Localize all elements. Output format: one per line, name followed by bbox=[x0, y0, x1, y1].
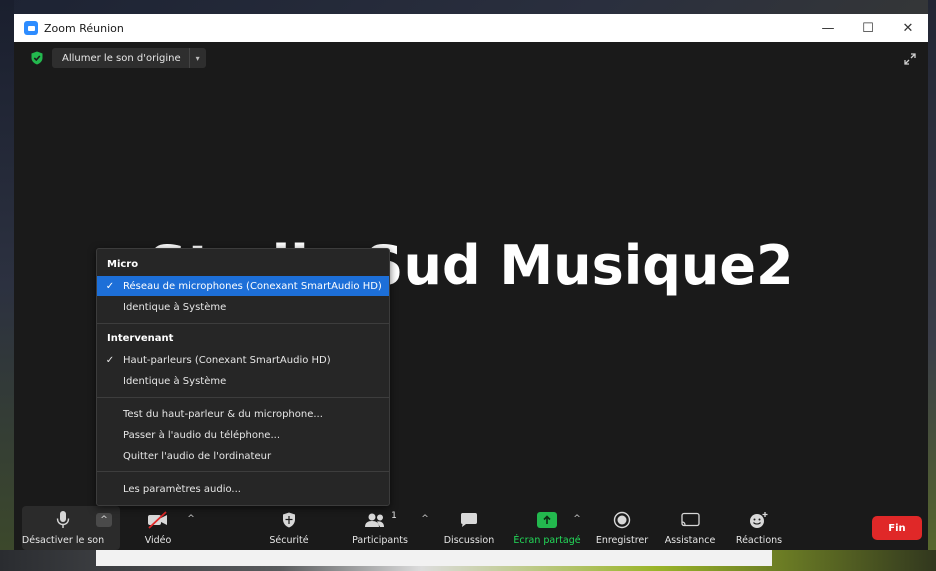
zoom-app-icon bbox=[24, 21, 38, 35]
assistance-button[interactable]: Assistance bbox=[662, 506, 718, 550]
participants-count: 1 bbox=[391, 511, 397, 521]
record-button[interactable]: Enregistrer bbox=[594, 506, 650, 550]
participants-options-caret[interactable]: ^ bbox=[420, 514, 430, 524]
menu-item-label: Réseau de microphones (Conexant SmartAud… bbox=[123, 280, 382, 292]
original-sound-label[interactable]: Allumer le son d'origine bbox=[52, 53, 189, 64]
share-screen-label: Écran partagé bbox=[513, 535, 581, 546]
share-options-caret[interactable]: ^ bbox=[572, 514, 582, 524]
participants-button[interactable]: 1 Participants bbox=[350, 506, 410, 550]
menu-item-label: Quitter l'audio de l'ordinateur bbox=[123, 450, 272, 462]
minimize-button[interactable]: — bbox=[808, 14, 848, 42]
share-screen-icon bbox=[537, 508, 557, 532]
video-button[interactable]: Vidéo bbox=[136, 506, 180, 550]
chevron-down-icon[interactable]: ▾ bbox=[188, 48, 206, 68]
title-bar: Zoom Réunion — ☐ ✕ bbox=[14, 14, 928, 42]
zoom-meeting-window: Zoom Réunion — ☐ ✕ Allumer le son d'orig… bbox=[14, 14, 928, 550]
menu-item-audio-settings[interactable]: Les paramètres audio... bbox=[97, 479, 389, 499]
menu-item-label: Haut-parleurs (Conexant SmartAudio HD) bbox=[123, 354, 331, 366]
reactions-label: Réactions bbox=[735, 535, 783, 546]
menu-item-label: Les paramètres audio... bbox=[123, 483, 241, 495]
desktop-background-right bbox=[928, 0, 936, 571]
menu-item-label: Identique à Système bbox=[123, 375, 227, 387]
menu-divider bbox=[97, 323, 389, 324]
menu-item-speaker-conexant[interactable]: ✓ Haut-parleurs (Conexant SmartAudio HD) bbox=[97, 350, 389, 370]
meeting-top-bar: Allumer le son d'origine ▾ bbox=[14, 44, 928, 72]
check-icon: ✓ bbox=[105, 280, 115, 292]
chat-button[interactable]: Discussion bbox=[444, 506, 494, 550]
check-icon: ✓ bbox=[105, 354, 115, 366]
menu-item-test-audio[interactable]: Test du haut-parleur & du microphone... bbox=[97, 404, 389, 424]
assistance-icon bbox=[679, 508, 701, 532]
desktop-paper bbox=[96, 550, 772, 566]
meeting-toolbar: Désactiver le son ^ Vidéo ^ Sécurité 1 P… bbox=[14, 506, 928, 550]
audio-options-caret[interactable]: ^ bbox=[96, 513, 112, 527]
mute-button[interactable]: Désactiver le son bbox=[22, 506, 104, 550]
audio-options-menu: Micro ✓ Réseau de microphones (Conexant … bbox=[96, 248, 390, 506]
participants-label: Participants bbox=[352, 535, 408, 546]
maximize-button[interactable]: ☐ bbox=[848, 14, 888, 42]
menu-item-speaker-system[interactable]: Identique à Système bbox=[97, 371, 389, 391]
shield-icon[interactable] bbox=[30, 51, 44, 65]
chat-icon bbox=[460, 508, 478, 532]
menu-item-mic-system[interactable]: Identique à Système bbox=[97, 297, 389, 317]
microphone-icon bbox=[56, 508, 70, 532]
share-screen-button[interactable]: Écran partagé bbox=[512, 506, 582, 550]
menu-divider bbox=[97, 471, 389, 472]
video-off-icon bbox=[146, 508, 170, 532]
reactions-button[interactable]: Réactions bbox=[732, 506, 786, 550]
expand-icon[interactable] bbox=[904, 53, 916, 65]
security-button[interactable]: Sécurité bbox=[264, 506, 314, 550]
record-label: Enregistrer bbox=[595, 535, 649, 546]
menu-item-leave-computer-audio[interactable]: Quitter l'audio de l'ordinateur bbox=[97, 446, 389, 466]
menu-item-label: Passer à l'audio du téléphone... bbox=[123, 429, 280, 441]
speaker-section-title: Intervenant bbox=[107, 333, 174, 344]
close-button[interactable]: ✕ bbox=[888, 14, 928, 42]
video-options-caret[interactable]: ^ bbox=[186, 514, 196, 524]
security-label: Sécurité bbox=[269, 535, 309, 546]
menu-item-phone-audio[interactable]: Passer à l'audio du téléphone... bbox=[97, 425, 389, 445]
mute-label: Désactiver le son bbox=[21, 535, 105, 546]
participants-icon: 1 bbox=[363, 508, 397, 532]
original-sound-button[interactable]: Allumer le son d'origine ▾ bbox=[52, 48, 206, 68]
menu-item-label: Identique à Système bbox=[123, 301, 227, 313]
record-icon bbox=[613, 508, 631, 532]
reactions-icon bbox=[749, 508, 769, 532]
security-icon bbox=[282, 508, 296, 532]
desktop-background-bottom bbox=[0, 550, 936, 571]
end-meeting-button[interactable]: Fin bbox=[872, 516, 922, 540]
micro-section-title: Micro bbox=[107, 259, 139, 270]
menu-item-mic-conexant[interactable]: ✓ Réseau de microphones (Conexant SmartA… bbox=[97, 276, 389, 296]
video-label: Vidéo bbox=[144, 535, 172, 546]
assistance-label: Assistance bbox=[664, 535, 716, 546]
desktop-background-left bbox=[0, 0, 14, 571]
menu-item-label: Test du haut-parleur & du microphone... bbox=[123, 408, 323, 420]
chat-label: Discussion bbox=[443, 535, 495, 546]
window-title: Zoom Réunion bbox=[44, 21, 124, 35]
menu-divider bbox=[97, 397, 389, 398]
window-controls: — ☐ ✕ bbox=[808, 14, 928, 42]
